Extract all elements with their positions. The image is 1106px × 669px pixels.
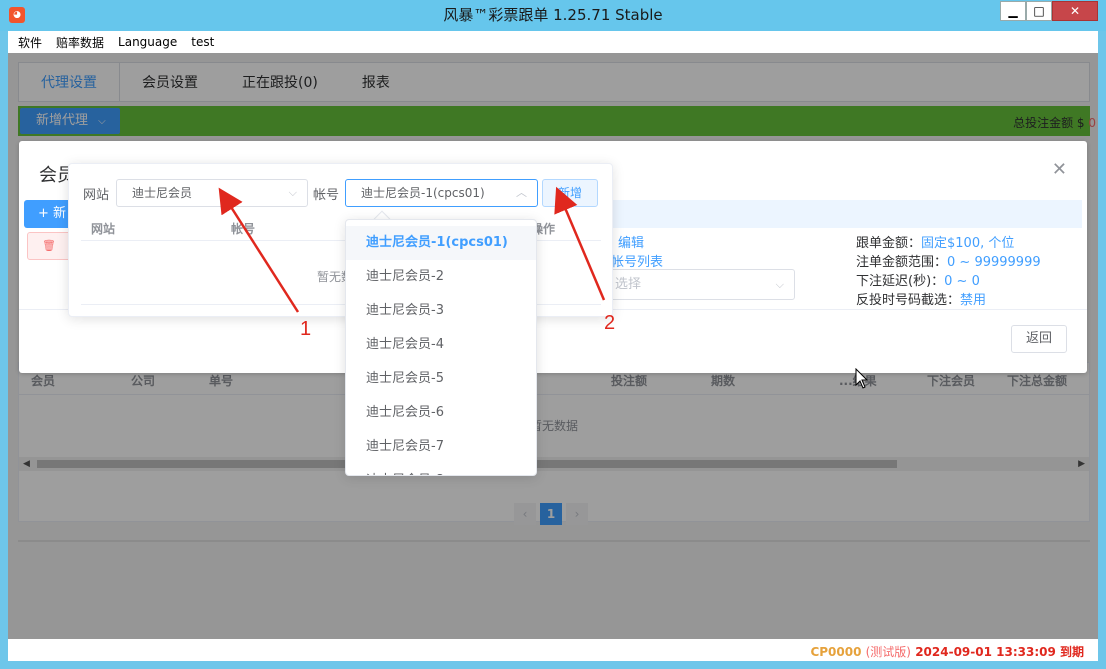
bet-range-row: 注单金额范围：0 ~ 99999999 xyxy=(856,251,1041,270)
delay-row: 下注延迟(秒)：0 ~ 0 xyxy=(856,270,980,289)
trash-icon: 🗑 xyxy=(42,239,56,252)
dropdown-option[interactable]: 迪士尼会员-4 xyxy=(346,328,536,362)
title-bar: ◕ 风暴™彩票跟单 1.25.71 Stable ▁ □ ✕ xyxy=(0,0,1106,31)
back-button[interactable]: 返回 xyxy=(1011,325,1067,353)
bet-range-label: 注单金额范围： xyxy=(856,255,948,270)
delay-label: 下注延迟(秒)： xyxy=(856,274,945,289)
maximize-button[interactable]: □ xyxy=(1026,1,1052,21)
follow-amount-label: 跟单金额： xyxy=(856,236,922,251)
reverse-value[interactable]: 禁用 xyxy=(960,293,986,308)
account-dropdown: 迪士尼会员-1(cpcs01) 迪士尼会员-2 迪士尼会员-3 迪士尼会员-4 … xyxy=(345,219,537,476)
edit-link[interactable]: 编辑 xyxy=(618,236,644,251)
member-info-header xyxy=(534,200,1082,228)
dropdown-option[interactable]: 迪士尼会员-7 xyxy=(346,430,536,464)
delay-value[interactable]: 0 ~ 0 xyxy=(944,274,980,289)
license-edition: (测试版) xyxy=(865,645,911,659)
follow-amount-row: 跟单金额：固定$100, 个位 xyxy=(856,232,1014,251)
dialog-select-placeholder: 选择 xyxy=(615,277,642,292)
dropdown-option[interactable]: 迪士尼会员-1(cpcs01) xyxy=(346,226,536,260)
status-bar: CP0000 (测试版) 2024-09-01 13:33:09 到期 xyxy=(8,639,1098,661)
menu-odds-data[interactable]: 赔率数据 xyxy=(56,34,104,51)
dialog-close-icon[interactable]: ✕ xyxy=(1052,159,1067,180)
minimize-button[interactable]: ▁ xyxy=(1000,1,1026,21)
chevron-down-icon: ⌵ xyxy=(775,278,784,291)
window-controls: ▁ □ ✕ xyxy=(1000,1,1098,21)
dropdown-option[interactable]: 迪士尼会员-5 xyxy=(346,362,536,396)
annotation-label-1: 1 xyxy=(300,318,312,340)
license-expire: 2024-09-01 13:33:09 到期 xyxy=(915,645,1084,659)
site-label: 网站 xyxy=(83,188,110,203)
account-select[interactable]: 迪士尼会员-1(cpcs01) ︿ xyxy=(345,179,538,207)
dropdown-option[interactable]: 迪士尼会员-8 xyxy=(346,464,536,475)
reverse-row: 反投时号码截选：禁用 xyxy=(856,289,986,308)
window-title: 风暴™彩票跟单 1.25.71 Stable xyxy=(443,6,663,24)
menu-software[interactable]: 软件 xyxy=(18,34,42,51)
site-select[interactable]: 迪士尼会员 ⌵ xyxy=(116,179,308,207)
license-code: CP0000 xyxy=(810,645,862,659)
follow-amount-value[interactable]: 固定$100, 个位 xyxy=(921,236,1014,251)
bet-range-value[interactable]: 0 ~ 99999999 xyxy=(947,255,1041,270)
pop-col-site: 网站 xyxy=(91,222,116,236)
license-status: CP0000 (测试版) 2024-09-01 13:33:09 到期 xyxy=(810,643,1084,660)
dropdown-option[interactable]: 迪士尼会员-2 xyxy=(346,260,536,294)
mouse-cursor-icon xyxy=(855,368,869,389)
reverse-label: 反投时号码截选： xyxy=(856,293,961,308)
account-select-value: 迪士尼会员-1(cpcs01) xyxy=(361,186,485,200)
chevron-down-icon: ⌵ xyxy=(288,186,297,199)
close-window-button[interactable]: ✕ xyxy=(1052,1,1098,21)
annotation-label-2: 2 xyxy=(604,312,616,334)
menu-test[interactable]: test xyxy=(191,35,214,49)
dropdown-option[interactable]: 迪士尼会员-6 xyxy=(346,396,536,430)
add-account-button[interactable]: 新增 xyxy=(542,179,598,207)
pop-col-account: 帐号 xyxy=(231,222,256,236)
menu-language[interactable]: Language xyxy=(118,35,177,49)
chevron-up-icon: ︿ xyxy=(516,186,527,199)
account-list-row: 帐号列表 xyxy=(611,251,663,270)
dialog-select[interactable]: 选择 ⌵ xyxy=(604,269,795,300)
dropdown-option[interactable]: 迪士尼会员-3 xyxy=(346,294,536,328)
account-list-link[interactable]: 帐号列表 xyxy=(611,255,663,270)
menu-bar: 软件 赔率数据 Language test xyxy=(8,31,1098,53)
site-select-value: 迪士尼会员 xyxy=(132,186,193,200)
account-label: 帐号 xyxy=(313,188,340,203)
